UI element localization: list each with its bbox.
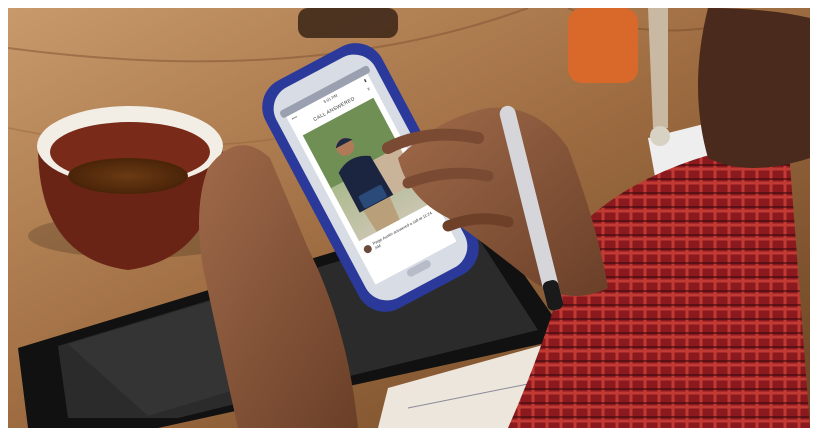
tea <box>68 158 188 194</box>
status-signal: •••• <box>290 114 298 122</box>
scene: •••• 5:01 PM ▮ CALL ANSWERED × Paige Aus… <box>8 8 810 428</box>
battery-icon: ▮ <box>362 77 368 83</box>
orange-glass <box>568 8 638 83</box>
avatar <box>362 243 374 255</box>
photo: •••• 5:01 PM ▮ CALL ANSWERED × Paige Aus… <box>8 8 810 428</box>
close-icon[interactable]: × <box>366 86 372 93</box>
